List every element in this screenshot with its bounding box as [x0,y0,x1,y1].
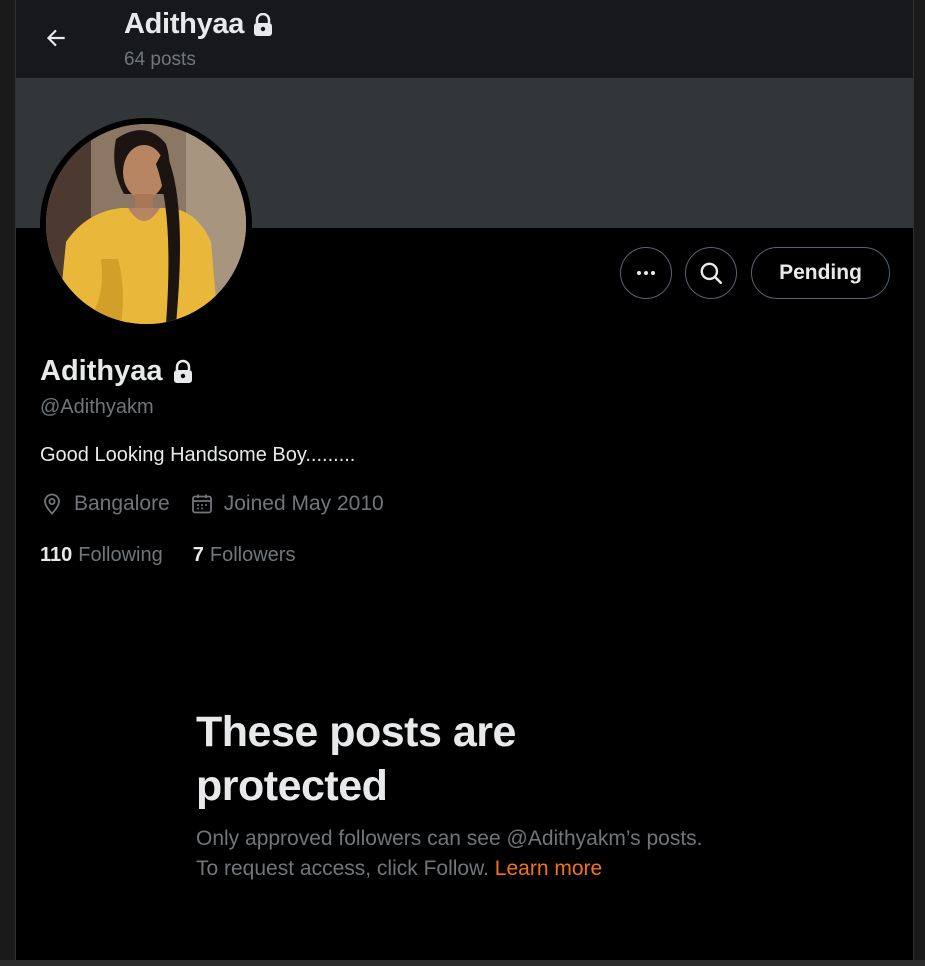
bottom-window-edge [0,960,925,966]
following-count: 110 [40,544,73,566]
more-options-button[interactable] [620,247,672,299]
followers-label: Followers [209,544,296,566]
location-pin-icon [44,493,60,515]
right-window-edge [913,0,925,966]
avatar[interactable] [40,118,252,330]
header-name-text: Adithyaa [124,8,245,40]
header-name: Adithyaa [124,8,274,41]
followers-count: 7 [192,544,204,566]
profile-name-text: Adithyaa [40,355,163,387]
lock-icon [174,359,193,383]
back-arrow-icon [46,29,65,47]
following-label: Following [78,544,163,566]
learn-more-link[interactable]: Learn more [495,857,602,880]
join-date: Joined May 2010 [190,492,384,516]
join-date-text: Joined May 2010 [223,492,384,515]
profile-handle: @Adithyakm [40,396,154,418]
following-link[interactable]: 110 Following [40,544,163,567]
avatar-photo [46,124,246,324]
profile-bio: Good Looking Handsome Boy......... [40,444,356,466]
ellipsis-icon [637,271,655,275]
calendar-icon [191,494,212,514]
profile-name: Adithyaa [40,355,194,388]
protected-message: Only approved followers can see @Adithya… [196,824,726,884]
followers-link[interactable]: 7 Followers [193,544,296,567]
profile-meta: Bangalore Joined May 2010 [40,492,404,516]
protected-text: Only approved followers can see @Adithya… [196,827,703,880]
back-button[interactable] [36,18,76,58]
pending-button[interactable]: Pending [751,247,890,299]
avatar-photo-illustration [46,124,246,324]
location-text: Bangalore [74,492,170,515]
search-posts-button[interactable] [685,247,737,299]
lock-icon [254,12,273,36]
search-icon [700,262,723,285]
location: Bangalore [40,492,170,516]
top-header: Adithyaa 64 posts [16,0,913,78]
left-window-edge [0,0,16,966]
profile-column: Adithyaa 64 posts Pending Adithyaa @Adit… [16,0,913,960]
follow-stats: 110 Following 7 Followers [40,544,325,567]
posts-count: 64 posts [124,49,196,70]
protected-title: These posts are protected [196,708,516,810]
